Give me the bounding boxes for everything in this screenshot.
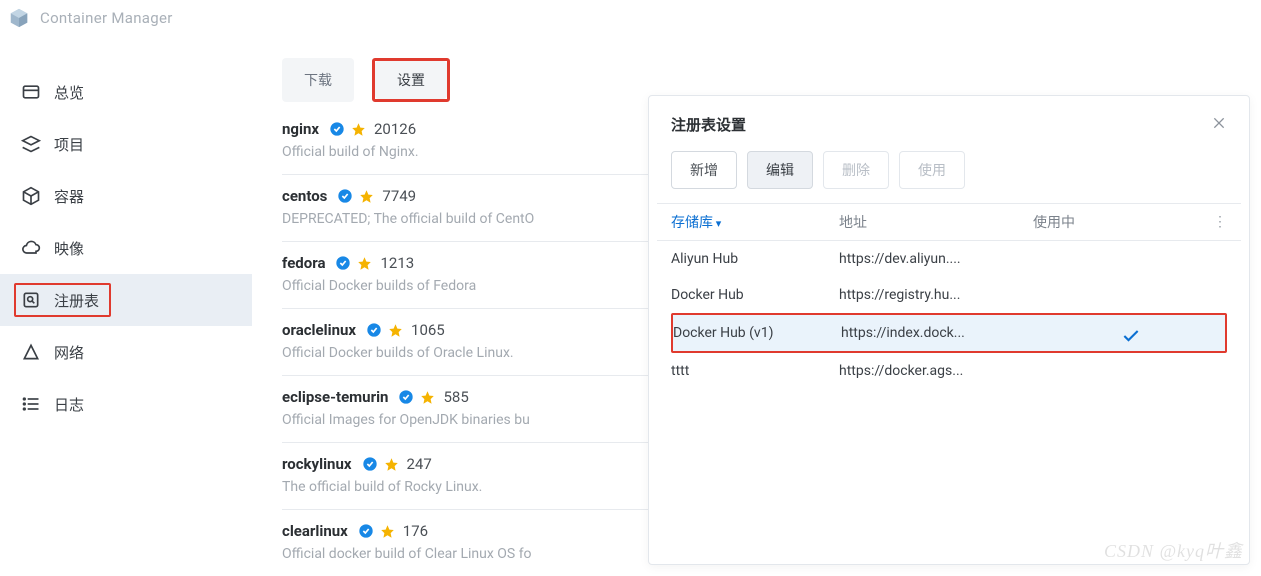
close-icon[interactable] — [1211, 115, 1227, 135]
star-icon — [351, 122, 366, 137]
star-count: 1065 — [411, 321, 445, 339]
sidebar: 总览 项目 容器 映像 — [0, 36, 252, 571]
verified-icon — [358, 523, 374, 539]
table-row[interactable]: Docker Hub https://registry.hu... — [657, 277, 1241, 313]
sidebar-item-projects[interactable]: 项目 — [0, 118, 252, 170]
star-count: 20126 — [374, 120, 416, 138]
cell-address: https://registry.hu... — [839, 287, 1033, 303]
repo-name: rockylinux — [282, 455, 352, 473]
sidebar-item-registry[interactable]: 注册表 — [0, 274, 252, 326]
registry-icon — [18, 287, 44, 313]
sidebar-item-label: 容器 — [54, 186, 84, 207]
sidebar-item-label: 映像 — [54, 238, 84, 259]
star-icon — [384, 457, 399, 472]
sidebar-item-images[interactable]: 映像 — [0, 222, 252, 274]
table-row[interactable]: Docker Hub (v1) https://index.dock... — [673, 315, 1225, 351]
cell-address: https://index.dock... — [841, 325, 1035, 341]
app-logo-icon — [8, 7, 30, 29]
delete-button[interactable]: 删除 — [823, 151, 889, 189]
sidebar-item-logs[interactable]: 日志 — [0, 378, 252, 430]
star-count: 247 — [407, 455, 432, 473]
star-icon — [380, 524, 395, 539]
edit-button[interactable]: 编辑 — [747, 151, 813, 189]
tab-download[interactable]: 下载 — [282, 58, 354, 102]
network-icon — [18, 339, 44, 365]
dashboard-icon — [18, 79, 44, 105]
cell-repo: Aliyun Hub — [671, 251, 839, 267]
star-icon — [420, 390, 435, 405]
sidebar-item-label: 日志 — [54, 394, 84, 415]
cube-icon — [18, 183, 44, 209]
repo-name: nginx — [282, 120, 319, 138]
verified-icon — [366, 322, 382, 338]
sidebar-item-label: 网络 — [54, 342, 84, 363]
add-button[interactable]: 新增 — [671, 151, 737, 189]
repo-name: centos — [282, 187, 327, 205]
verified-icon — [337, 188, 353, 204]
repo-name: oraclelinux — [282, 321, 356, 339]
star-count: 1213 — [380, 254, 414, 272]
list-icon — [18, 391, 44, 417]
use-button[interactable]: 使用 — [899, 151, 965, 189]
cloud-icon — [18, 235, 44, 261]
sidebar-item-containers[interactable]: 容器 — [0, 170, 252, 222]
cell-address: https://dev.aliyun.... — [839, 251, 1033, 267]
kebab-icon[interactable]: ⋮ — [1197, 214, 1227, 230]
table-row[interactable]: tttt https://docker.ags... — [657, 353, 1241, 389]
sidebar-item-overview[interactable]: 总览 — [0, 66, 252, 118]
star-count: 585 — [443, 388, 468, 406]
star-count: 176 — [403, 522, 428, 540]
cell-address: https://docker.ags... — [839, 363, 1033, 379]
star-icon — [388, 323, 403, 338]
layers-icon — [18, 131, 44, 157]
star-count: 7749 — [382, 187, 416, 205]
cell-repo: Docker Hub — [671, 287, 839, 303]
registry-settings-modal: 注册表设置 新增 编辑 删除 使用 存储库 地址 使用中 ⋮ Aliyun Hu… — [648, 95, 1250, 565]
tab-settings[interactable]: 设置 — [375, 61, 447, 99]
star-icon — [357, 256, 372, 271]
sidebar-item-label: 总览 — [54, 82, 84, 103]
column-repo[interactable]: 存储库 — [671, 212, 839, 232]
repo-name: clearlinux — [282, 522, 348, 540]
repo-name: fedora — [282, 254, 325, 272]
column-inuse[interactable]: 使用中 — [1033, 212, 1197, 232]
star-icon — [359, 189, 374, 204]
column-address[interactable]: 地址 — [839, 212, 1033, 232]
sidebar-item-label: 项目 — [54, 134, 84, 155]
check-icon — [1121, 326, 1141, 350]
repo-name: eclipse-temurin — [282, 388, 388, 406]
verified-icon — [335, 255, 351, 271]
cell-repo: tttt — [671, 363, 839, 379]
verified-icon — [362, 456, 378, 472]
sidebar-item-label: 注册表 — [54, 290, 99, 311]
sidebar-item-network[interactable]: 网络 — [0, 326, 252, 378]
modal-title: 注册表设置 — [671, 114, 746, 135]
cell-repo: Docker Hub (v1) — [673, 325, 841, 341]
app-title: Container Manager — [40, 9, 173, 27]
verified-icon — [398, 389, 414, 405]
verified-icon — [329, 121, 345, 137]
table-row[interactable]: Aliyun Hub https://dev.aliyun.... — [657, 241, 1241, 277]
